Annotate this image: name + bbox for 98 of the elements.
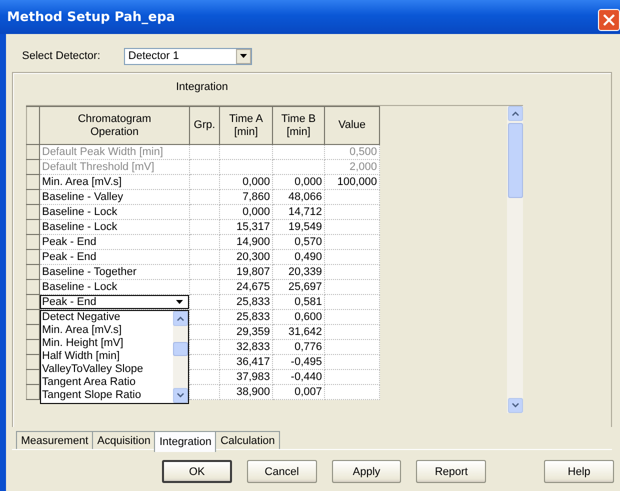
row-header[interactable]	[26, 370, 40, 384]
table-cell: Peak - End	[42, 251, 96, 263]
dialog-button[interactable]: Help	[544, 460, 614, 483]
table-cell: 7,860	[242, 191, 270, 203]
table-cell: 24,675	[236, 281, 270, 293]
table-cell: Baseline - Lock	[42, 281, 118, 293]
table-cell: Baseline - Lock	[42, 221, 118, 233]
table-cell: 19,549	[288, 221, 322, 233]
table-cell: Default Peak Width [min]	[42, 146, 164, 158]
tab[interactable]: Calculation	[215, 431, 280, 449]
table-cell: 14,900	[236, 236, 270, 248]
detector-dropdown[interactable]: Detector 1	[124, 48, 252, 64]
table-cell: 19,807	[236, 266, 270, 278]
scroll-up-icon[interactable]	[173, 311, 188, 326]
table-cell: Baseline - Together	[42, 266, 137, 278]
table-cell: 25,833	[236, 296, 270, 308]
table-cell: 0,776	[294, 341, 322, 353]
table-cell: 14,712	[288, 206, 322, 218]
table-cell: 48,066	[288, 191, 322, 203]
table-cell: Baseline - Lock	[42, 206, 118, 218]
dropdown-item[interactable]: Min. Area [mV.s]	[42, 324, 173, 337]
column-header: Grp.	[194, 119, 216, 131]
tab[interactable]: Integration	[154, 431, 216, 452]
table-cell: -0,440	[290, 371, 322, 383]
table-cell: 36,417	[236, 356, 270, 368]
table-cell: 0,581	[294, 296, 322, 308]
column-header: Value	[338, 119, 366, 131]
row-header[interactable]	[26, 204, 40, 220]
table-cell: 0,000	[242, 176, 270, 188]
row-header[interactable]	[26, 250, 40, 264]
table-cell: 0,000	[294, 176, 322, 188]
tab[interactable]: Acquisition	[92, 431, 156, 449]
row-header[interactable]	[26, 190, 40, 204]
column-header: Time A [min]	[229, 112, 263, 138]
scroll-down-icon[interactable]	[508, 398, 522, 413]
dropdown-item[interactable]: Min. Height [mV]	[42, 337, 173, 350]
row-header[interactable]	[26, 324, 40, 340]
row-header[interactable]	[26, 264, 40, 280]
scroll-up-icon[interactable]	[508, 106, 522, 121]
table-cell: 2,000	[349, 161, 377, 173]
row-header[interactable]	[26, 354, 40, 370]
row-header[interactable]	[26, 294, 40, 310]
row-header[interactable]	[26, 144, 40, 160]
row-header[interactable]	[26, 234, 40, 250]
operation-dropdown[interactable]: Peak - End	[40, 295, 189, 309]
table-cell: 31,642	[288, 326, 322, 338]
row-header[interactable]	[26, 280, 40, 294]
caret-icon	[240, 54, 248, 58]
table-cell: 0,570	[294, 236, 322, 248]
column-header: Chromatogram Operation	[78, 112, 152, 138]
table-cell: 37,983	[236, 371, 270, 383]
table-cell: 0,000	[242, 206, 270, 218]
table-cell: 0,600	[294, 311, 322, 323]
row-header[interactable]	[26, 174, 40, 190]
table-cell: Default Threshold [mV]	[42, 161, 154, 173]
table-cell: 38,900	[236, 386, 270, 398]
row-header[interactable]	[26, 220, 40, 234]
table-cell: 25,833	[236, 311, 270, 323]
detector-label: Select Detector:	[22, 50, 100, 62]
table-cell: Baseline - Valley	[42, 191, 124, 203]
caret-icon	[176, 300, 183, 304]
table-cell: 29,359	[236, 326, 270, 338]
row-header[interactable]	[26, 340, 40, 354]
table-cell: 0,007	[294, 386, 322, 398]
close-icon	[602, 13, 616, 27]
table-cell: 0,490	[294, 251, 322, 263]
table-cell: 32,833	[236, 341, 270, 353]
dialog-button[interactable]: Apply	[332, 460, 402, 483]
dropdown-item[interactable]: Half Width [min]	[42, 350, 173, 363]
dialog-button[interactable]: Report	[416, 460, 486, 483]
table-cell: Peak - End	[42, 236, 96, 248]
table-cell: 15,317	[236, 221, 270, 233]
column-header: Time B [min]	[281, 112, 316, 138]
dropdown-item[interactable]: ValleyToValley Slope	[42, 363, 173, 376]
dropdown-item[interactable]: Tangent Slope Ratio	[42, 389, 173, 402]
dialog-button[interactable]: OK	[162, 460, 232, 483]
row-header[interactable]	[26, 160, 40, 174]
scroll-thumb[interactable]	[508, 123, 522, 198]
scrollbar[interactable]	[507, 106, 523, 413]
dropdown-item[interactable]: Detect Negative	[42, 311, 173, 324]
window-title: Method Setup Pah_epa	[7, 10, 176, 24]
table-cell: 20,339	[288, 266, 322, 278]
scroll-down-icon[interactable]	[173, 388, 188, 403]
row-header[interactable]	[26, 310, 40, 324]
table-cell: 20,300	[236, 251, 270, 263]
row-header[interactable]	[26, 384, 40, 400]
panel-title: Integration	[176, 81, 228, 93]
close-button[interactable]	[598, 9, 620, 31]
table-cell: 25,697	[288, 281, 322, 293]
dropdown-item[interactable]: Tangent Area Ratio	[42, 376, 173, 389]
table-cell: 0,500	[349, 146, 377, 158]
table-cell: Min. Area [mV.s]	[42, 176, 122, 188]
table-cell: -0,495	[290, 356, 322, 368]
scrollbar[interactable]	[173, 311, 188, 403]
table-cell: 100,000	[337, 176, 377, 188]
dialog-button[interactable]: Cancel	[246, 460, 317, 483]
scroll-thumb[interactable]	[173, 342, 188, 356]
tab[interactable]: Measurement	[16, 431, 94, 449]
